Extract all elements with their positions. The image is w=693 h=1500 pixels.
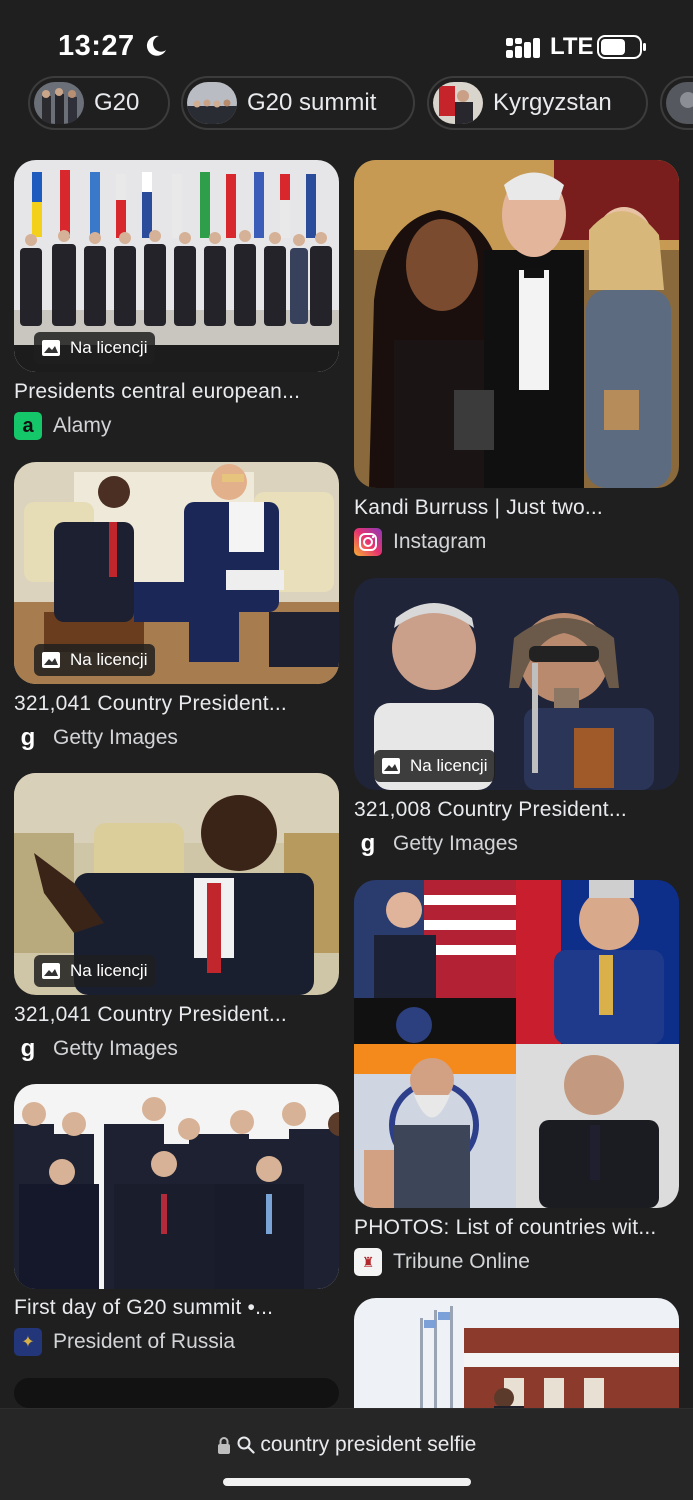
source-label: Getty Images <box>393 832 518 855</box>
network-label: LTE <box>550 33 594 60</box>
license-label: Na licencji <box>70 961 148 980</box>
result-title[interactable]: 321,041 Country President... <box>14 1003 339 1027</box>
chip-thumbnail <box>433 82 483 124</box>
result-image[interactable] <box>354 880 679 1208</box>
result-card[interactable]: Na licencji 321,041 Country President...… <box>14 462 339 752</box>
getty-images-icon: g <box>14 724 42 752</box>
license-label: Na licencji <box>70 338 148 357</box>
result-image[interactable] <box>354 160 679 488</box>
chip-label: Kyrgyzstan <box>493 89 612 116</box>
result-source[interactable]: ♜ Tribune Online <box>354 1248 530 1276</box>
source-label: President of Russia <box>53 1330 236 1353</box>
result-card[interactable]: Na licencji 321,008 Country President...… <box>354 578 679 860</box>
result-card[interactable]: Na licencji 321,041 Country President...… <box>14 773 339 1063</box>
result-title[interactable]: Kandi Burruss | Just two... <box>354 496 679 520</box>
lock-icon <box>217 1437 230 1454</box>
result-source[interactable]: Instagram <box>354 528 486 556</box>
license-label: Na licencji <box>410 756 488 775</box>
kremlin-emblem-icon: ✦ <box>14 1328 42 1356</box>
chip-kyrgyzstan[interactable]: Kyrgyzstan <box>427 76 648 130</box>
result-card[interactable]: PHOTOS: List of countries wit... ♜ Tribu… <box>354 880 679 1280</box>
license-badge: Na licencji <box>34 332 156 364</box>
result-source[interactable]: g Getty Images <box>354 830 518 858</box>
result-image[interactable] <box>14 1084 339 1289</box>
image-icon <box>382 758 400 774</box>
chip-label: G20 <box>94 89 140 116</box>
getty-images-icon: g <box>354 830 382 858</box>
source-label: Tribune Online <box>393 1250 530 1273</box>
search-icon <box>237 1436 255 1454</box>
result-title[interactable]: Presidents central european... <box>14 380 339 404</box>
result-card-partial[interactable] <box>14 1378 339 1408</box>
chip-g20-summit[interactable]: G20 summit <box>181 76 415 130</box>
suggestion-chips: G20 G20 summit Kyrgyzstan <box>0 72 693 134</box>
result-title[interactable]: PHOTOS: List of countries wit... <box>354 1216 679 1240</box>
status-bar: 13:27 LTE <box>0 0 693 80</box>
bottom-search-bar[interactable]: country president selfie <box>0 1408 693 1500</box>
result-source[interactable]: g Getty Images <box>14 724 178 752</box>
home-indicator[interactable] <box>223 1478 471 1486</box>
status-time: 13:27 <box>58 30 135 62</box>
result-image[interactable]: Na licencji <box>354 578 679 790</box>
tribune-online-icon: ♜ <box>354 1248 382 1276</box>
result-card-partial[interactable] <box>354 1298 679 1438</box>
result-card[interactable]: Na licencji Presidents central european.… <box>14 160 339 445</box>
search-query-text: country president selfie <box>260 1433 477 1456</box>
getty-images-icon: g <box>14 1035 42 1063</box>
chip-thumbnail <box>187 82 237 124</box>
image-icon <box>42 340 60 356</box>
moon-icon <box>146 35 166 56</box>
image-icon <box>42 652 60 668</box>
result-card[interactable]: Kandi Burruss | Just two... Instagram <box>354 160 679 560</box>
result-source[interactable]: ✦ President of Russia <box>14 1328 235 1356</box>
result-title[interactable]: 321,041 Country President... <box>14 692 339 716</box>
signal-icon <box>506 38 540 58</box>
license-badge: Na licencji <box>34 955 156 987</box>
result-source[interactable]: a Alamy <box>14 412 111 440</box>
search-query-display[interactable]: country president selfie <box>0 1433 693 1457</box>
result-image[interactable]: Na licencji <box>14 160 339 372</box>
image-icon <box>42 963 60 979</box>
license-badge: Na licencji <box>374 750 496 782</box>
license-label: Na licencji <box>70 650 148 669</box>
alamy-icon: a <box>14 412 42 440</box>
result-card[interactable]: First day of G20 summit •... ✦ President… <box>14 1084 339 1359</box>
source-label: Getty Images <box>53 726 178 749</box>
chip-more[interactable] <box>660 76 693 130</box>
chip-g20[interactable]: G20 <box>28 76 170 130</box>
chip-thumbnail <box>666 82 693 124</box>
source-label: Instagram <box>393 530 487 553</box>
result-title[interactable]: First day of G20 summit •... <box>14 1296 339 1320</box>
license-badge: Na licencji <box>34 644 156 676</box>
chip-label: G20 summit <box>247 89 377 116</box>
result-source[interactable]: g Getty Images <box>14 1035 178 1063</box>
battery-icon <box>597 35 646 59</box>
result-image[interactable]: Na licencji <box>14 773 339 995</box>
source-label: Alamy <box>53 414 112 437</box>
result-image[interactable]: Na licencji <box>14 462 339 684</box>
instagram-icon <box>354 528 382 556</box>
result-title[interactable]: 321,008 Country President... <box>354 798 679 822</box>
chip-thumbnail <box>34 82 84 124</box>
result-image[interactable] <box>14 1378 339 1408</box>
source-label: Getty Images <box>53 1037 178 1060</box>
